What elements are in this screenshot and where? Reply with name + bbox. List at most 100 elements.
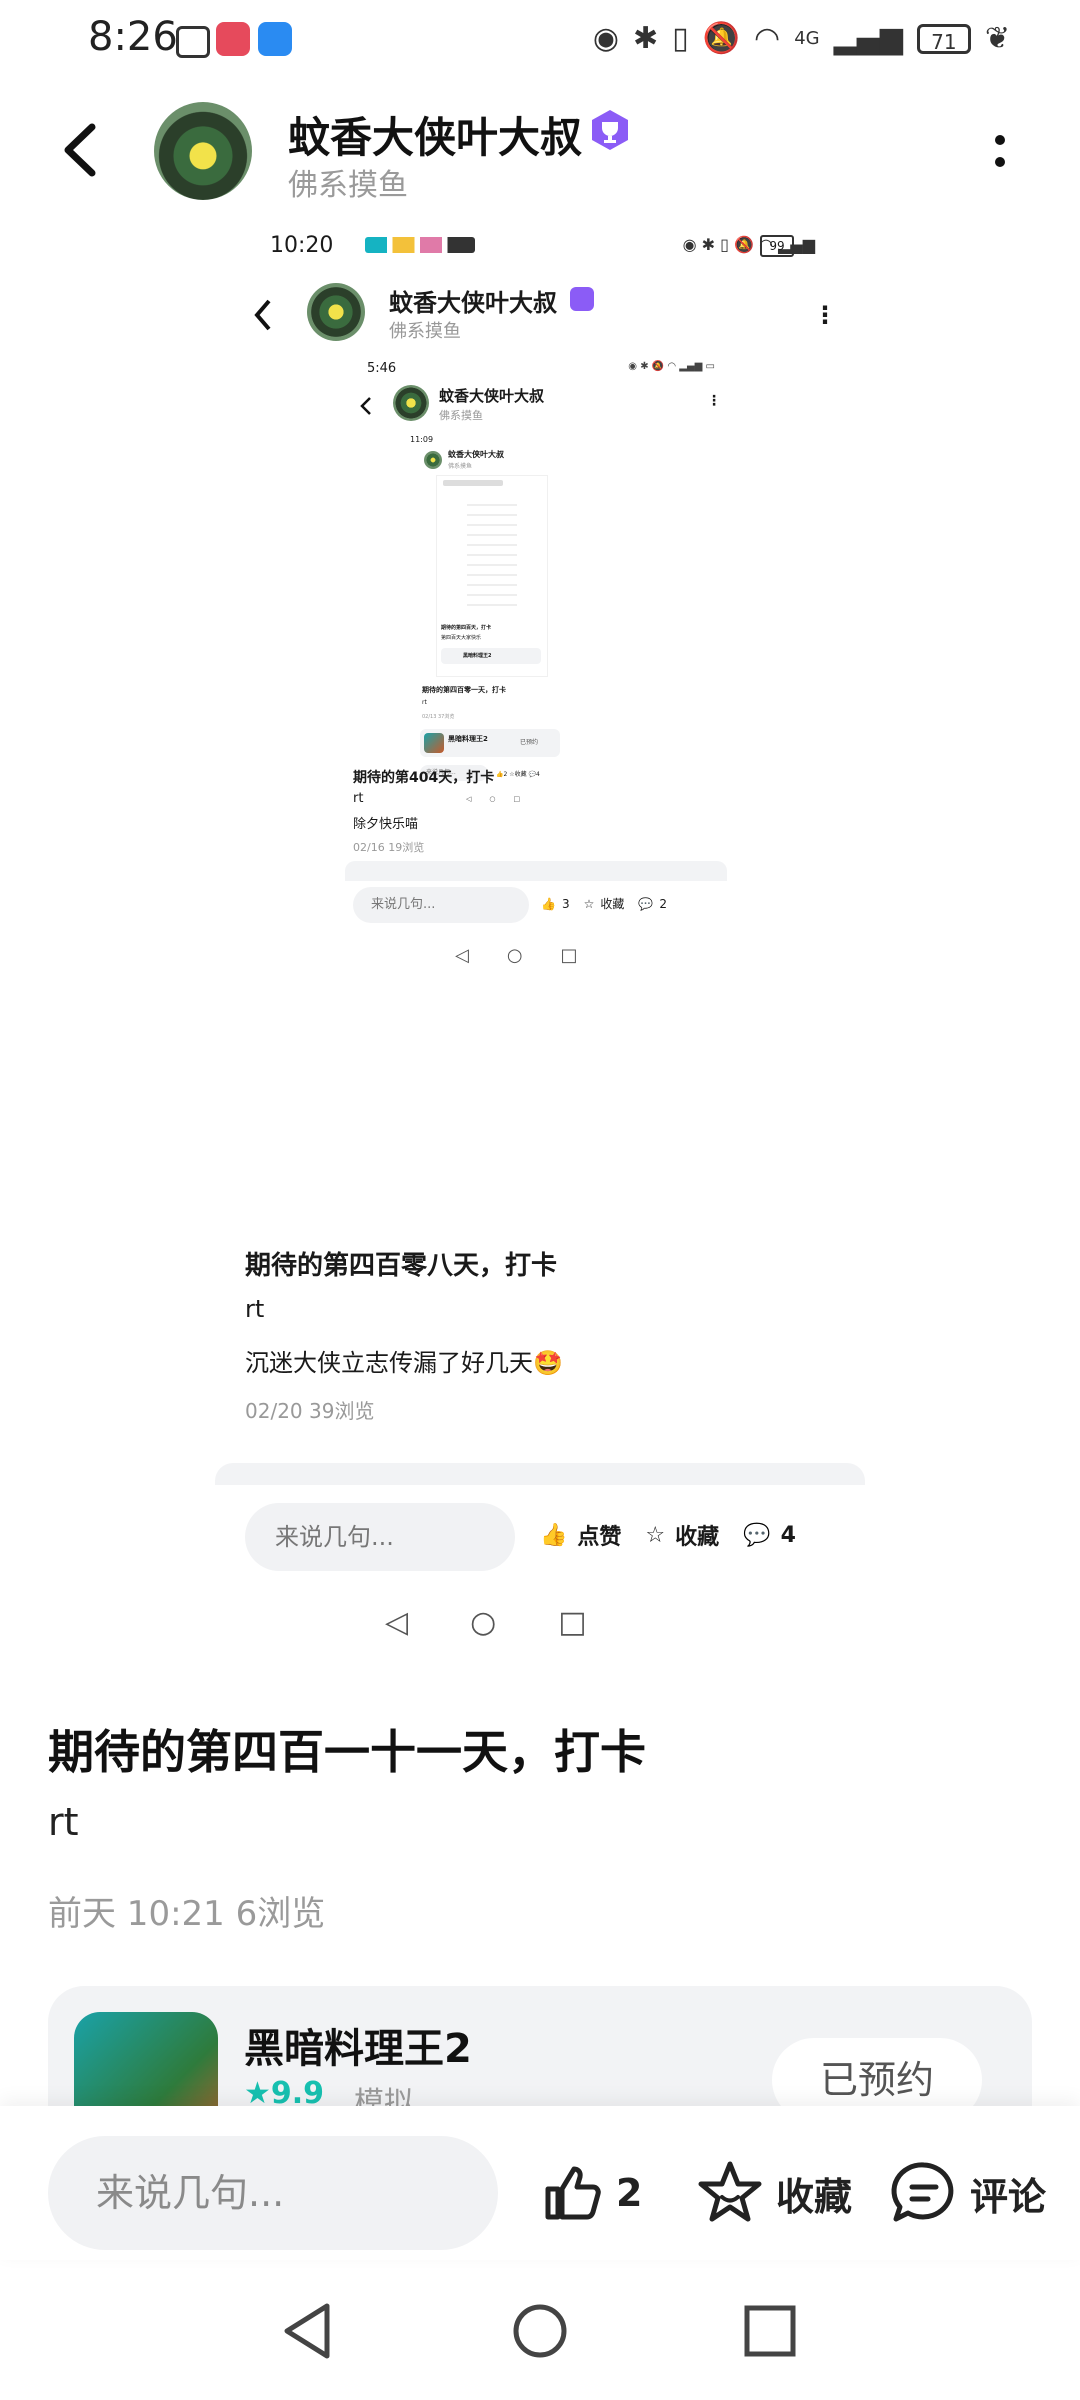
comment-bubble-icon xyxy=(891,2162,954,2222)
nested1-actions: 👍 点赞 ☆ 收藏 💬 4 xyxy=(540,1519,796,1551)
nested-screenshot-2: 5:46 ◉ ✱ 🔕 ◠ ▂▄▆ ▭ 蚊香大侠叶大叔 佛系摸鱼 ⋮ 11:09 … xyxy=(345,355,735,1235)
nested1-back-icon xyxy=(254,299,271,331)
nested3-game-icon xyxy=(424,733,444,753)
nested3-game-button: 已预约 xyxy=(520,739,539,746)
nested2-favorite: 收藏 xyxy=(600,897,625,911)
more-dots-icon xyxy=(995,135,1005,167)
nested3-nav-bar: ◁○□ xyxy=(466,795,539,803)
nested-screenshot-1: 10:20 ◉ ✱ ▯ 🔕 ◠ ▂▄▆ 99 蚊香大侠叶大叔 佛系摸鱼 ⋮ 5:… xyxy=(215,225,865,1665)
like-button[interactable]: 2 xyxy=(540,2158,642,2228)
nested3-game-card: 黑暗料理王2 已预约 xyxy=(420,729,560,757)
nested1-post-body: rt xyxy=(245,1295,265,1323)
status-time: 8:26 xyxy=(88,14,178,60)
tieba-app-icon xyxy=(216,22,250,56)
nested1-comments: 4 xyxy=(780,1522,796,1548)
nested4-deeper-content xyxy=(467,496,517,606)
eye-icon: ◉ xyxy=(592,21,620,56)
page-subtitle: 佛系摸鱼 xyxy=(288,168,408,203)
nested3-comment-icon: 💬 xyxy=(528,771,537,778)
nested1-comment-icon: 💬 xyxy=(743,1522,771,1548)
nested3-favorite: 收藏 xyxy=(514,771,527,778)
signal-icon: ▂▄▆ xyxy=(833,21,903,56)
nested3-actions: 👍2 ☆收藏 💬4 xyxy=(496,769,540,778)
nested2-avatar xyxy=(393,385,429,421)
bluetooth-icon: ✱ xyxy=(633,21,659,56)
nested4-header-bar xyxy=(443,480,503,486)
nested2-nav-bar: ◁○□ xyxy=(455,945,616,966)
comment-button[interactable]: 评论 xyxy=(890,2158,1046,2228)
post-meta: 前天 10:21 6浏览 xyxy=(48,1894,326,1934)
nested2-comments: 2 xyxy=(659,896,667,911)
nav-back-button[interactable] xyxy=(275,2296,345,2366)
nested1-like-icon: 👍 xyxy=(540,1522,568,1548)
nested2-likes: 3 xyxy=(561,896,570,911)
nav-home-icon xyxy=(513,2304,567,2358)
nested1-avatar xyxy=(307,283,365,341)
nested3-post-title: 期待的第四百零一天，打卡 xyxy=(422,686,506,694)
more-menu-button[interactable] xyxy=(990,132,1010,172)
nested-screenshot-4: 期待的第四百天，打卡 第四百天大家快乐 黑暗料理王2 xyxy=(436,475,548,677)
nested4-game-card: 黑暗料理王2 xyxy=(441,648,541,664)
star-icon xyxy=(698,2161,762,2222)
comment-input[interactable]: 来说几句... xyxy=(48,2136,498,2250)
nested3-comments: 4 xyxy=(536,771,540,778)
nav-recents-button[interactable] xyxy=(735,2296,805,2366)
nav-home-button[interactable] xyxy=(505,2296,575,2366)
nested3-post-meta: 02/13 37浏览 xyxy=(422,714,455,720)
mute-bell-icon: 🔕 xyxy=(702,21,741,56)
nested4-post-body: 第四百天大家快乐 xyxy=(441,635,482,641)
nested-screenshot-3: 11:09 蚊香大侠叶大叔 佛系摸鱼 期待的第四百天，打卡 第四百天大家快乐 黑… xyxy=(400,433,600,853)
nested3-post-body: rt xyxy=(422,699,427,706)
nested2-comment-icon: 💬 xyxy=(638,896,654,911)
wifi-icon: ◠ xyxy=(754,21,781,56)
nested3-likes: 2 xyxy=(503,771,508,778)
nested2-like-icon: 👍 xyxy=(541,896,556,911)
nested2-input: 来说几句... xyxy=(353,887,529,923)
battery-indicator: 71 xyxy=(916,24,971,54)
nested1-post-title: 期待的第四百零八天，打卡 xyxy=(245,1251,558,1281)
tv-icon xyxy=(176,26,210,58)
nav-recents-icon xyxy=(744,2305,796,2357)
nested2-back-icon xyxy=(360,397,371,415)
nested1-subtitle: 佛系摸鱼 xyxy=(389,321,461,342)
weather-app-icon xyxy=(258,22,292,56)
nested1-app-icons xyxy=(365,237,475,253)
page-title: 蚊香大侠叶大叔 xyxy=(288,113,583,162)
trophy-badge-icon xyxy=(588,108,632,152)
nested2-game-card-peek xyxy=(345,861,727,881)
nested4-post-title: 期待的第四百天，打卡 xyxy=(441,625,492,631)
nested2-actions: 👍 3 ☆ 收藏 💬 2 xyxy=(541,895,667,912)
nested1-battery: 99 xyxy=(760,235,794,257)
status-bar: 8:26 ◉ ✱ ▯ 🔕 ◠ 4G ▂▄▆ 71 ❦ xyxy=(0,0,1080,80)
nested2-status: ◉ ✱ 🔕 ◠ ▂▄▆ ▭ xyxy=(628,361,715,372)
nested2-star-icon: ☆ xyxy=(583,896,595,911)
like-count: 2 xyxy=(616,2171,643,2215)
game-name: 黑暗料理王2 xyxy=(244,2026,472,2072)
leaf-icon: ❦ xyxy=(984,21,1010,56)
avatar[interactable] xyxy=(154,102,252,200)
nested2-post-body: rt xyxy=(353,791,364,806)
nested2-post-body2: 除夕快乐喵 xyxy=(353,817,419,832)
nested1-favorite: 收藏 xyxy=(675,1525,720,1550)
nested3-title: 蚊香大侠叶大叔 xyxy=(448,450,504,459)
nested1-status-right: ◉ ✱ ▯ 🔕 ◠ ▂▄▆ xyxy=(682,235,815,254)
comment-label: 评论 xyxy=(970,2174,1047,2219)
nested3-subtitle: 佛系摸鱼 xyxy=(448,463,473,470)
nested2-post-meta: 02/16 19浏览 xyxy=(353,841,425,854)
nested2-time: 5:46 xyxy=(367,361,397,376)
nested2-title: 蚊香大侠叶大叔 xyxy=(439,387,545,405)
nav-back-icon xyxy=(284,2303,330,2359)
favorite-button[interactable]: 收藏 xyxy=(696,2158,852,2228)
nested1-nav-bar: ◁○□ xyxy=(385,1605,649,1640)
thumbs-up-icon xyxy=(545,2166,601,2220)
favorite-label: 收藏 xyxy=(776,2174,853,2219)
back-button[interactable] xyxy=(52,115,112,185)
nested1-post-body2: 沉迷大侠立志传漏了好几天🤩 xyxy=(245,1349,563,1377)
nested4-game-name: 黑暗料理王2 xyxy=(463,653,492,659)
nested2-more-icon: ⋮ xyxy=(707,393,721,409)
vibrate-icon: ▯ xyxy=(672,21,689,56)
back-arrow-icon xyxy=(64,123,96,177)
nested1-like: 点赞 xyxy=(577,1525,622,1550)
nested2-post-title: 期待的第404天，打卡 xyxy=(353,770,495,786)
nested1-time: 10:20 xyxy=(270,233,334,258)
